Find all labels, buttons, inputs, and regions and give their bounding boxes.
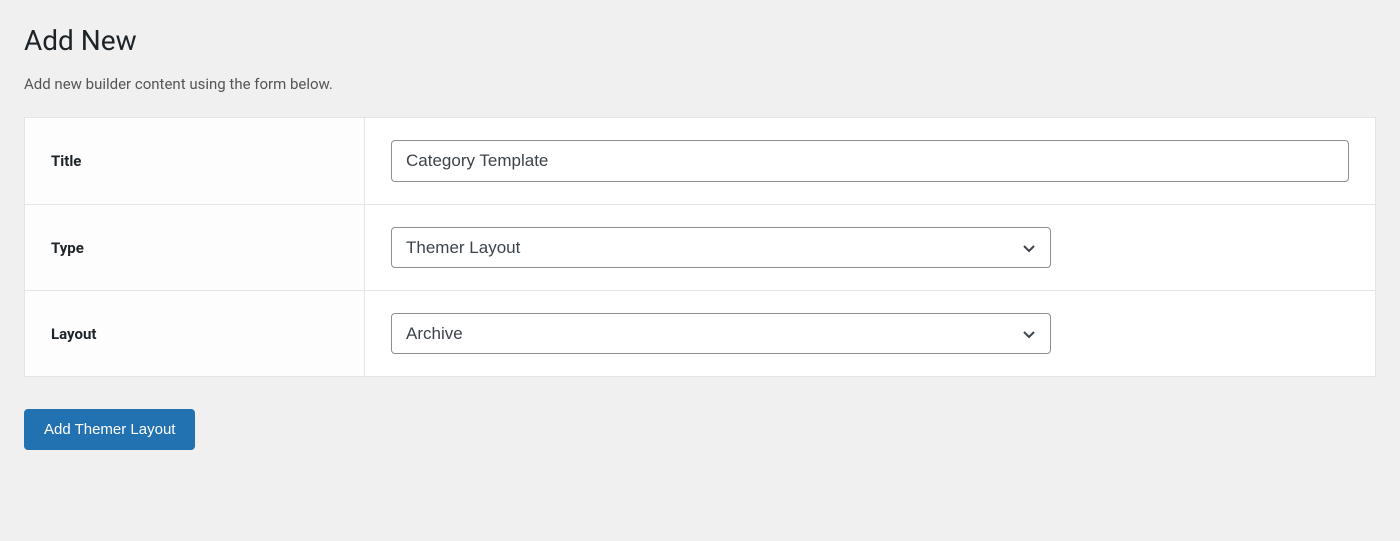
select-wrapper: Archive <box>391 313 1051 354</box>
form-label-cell: Title <box>25 118 365 204</box>
form-input-cell: Themer Layout <box>365 205 1375 290</box>
form-input-cell <box>365 118 1375 204</box>
page-title: Add New <box>24 24 1376 57</box>
form-table: Title Type Themer Layout Layout <box>24 117 1376 377</box>
add-themer-layout-button[interactable]: Add Themer Layout <box>24 409 195 450</box>
form-label-cell: Type <box>25 205 365 290</box>
select-wrapper: Themer Layout <box>391 227 1051 268</box>
form-row-type: Type Themer Layout <box>25 205 1375 291</box>
submit-row: Add Themer Layout <box>24 409 1376 450</box>
form-label-cell: Layout <box>25 291 365 376</box>
form-row-layout: Layout Archive <box>25 291 1375 376</box>
title-input[interactable] <box>391 140 1349 182</box>
form-row-title: Title <box>25 118 1375 205</box>
layout-label: Layout <box>51 325 96 343</box>
type-label: Type <box>51 239 84 257</box>
page-description: Add new builder content using the form b… <box>24 75 1376 93</box>
type-select[interactable]: Themer Layout <box>391 227 1051 268</box>
form-input-cell: Archive <box>365 291 1375 376</box>
layout-select[interactable]: Archive <box>391 313 1051 354</box>
title-label: Title <box>51 152 81 170</box>
